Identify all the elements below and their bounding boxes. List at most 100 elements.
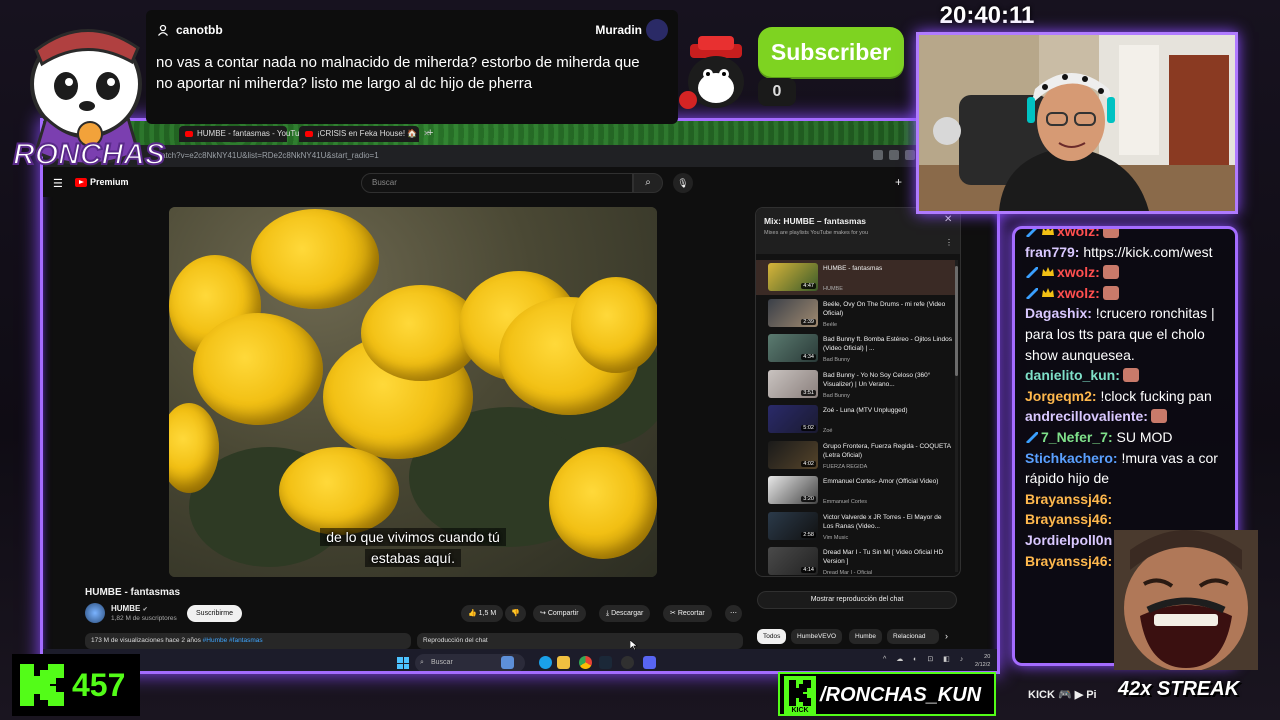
like-button[interactable]: 👍 1,5 M	[461, 605, 504, 622]
kick-logo-icon	[20, 664, 64, 706]
mix-item-title[interactable]: Zoé - Luna (MTV Unplugged)	[823, 406, 953, 415]
mix-item[interactable]: 4:47 HUMBE - fantasmas HUMBE	[756, 260, 956, 295]
obs-icon[interactable]	[621, 656, 634, 669]
microphone-icon[interactable]: 🎙	[673, 173, 693, 193]
more-actions-button[interactable]: ⋯	[725, 605, 742, 622]
chat-message: show aunquesea.	[1025, 345, 1235, 365]
search-icon: ⌕	[420, 659, 424, 666]
mascot-image	[679, 36, 744, 109]
chat-username[interactable]: xwolz:	[1057, 285, 1100, 301]
video-thumbnail[interactable]: 4:34	[768, 334, 818, 362]
chat-username[interactable]: Jordielpoll0n	[1025, 532, 1112, 548]
browser-tab-youtube[interactable]: HUMBE - fantasmas - YouTube✕	[179, 126, 321, 142]
file-explorer-icon[interactable]	[557, 656, 570, 669]
mix-item[interactable]: 4:02 Grupo Frontera, Fuerza Regida - COQU…	[756, 438, 956, 473]
app-icon[interactable]	[501, 656, 514, 669]
marigold-flower	[251, 209, 379, 309]
mix-item-artist: Bad Bunny	[823, 392, 850, 399]
chrome-icon[interactable]	[579, 656, 592, 669]
video-thumbnail[interactable]: 2:58	[768, 511, 818, 540]
dislike-button[interactable]: 👎	[505, 605, 526, 622]
video-thumbnail[interactable]: 3:51	[768, 369, 818, 398]
chip-relacionados[interactable]: Relacionad	[887, 629, 939, 644]
chat-username[interactable]: Brayanssj46:	[1025, 511, 1112, 527]
mix-item-title[interactable]: HUMBE - fantasmas	[823, 264, 953, 273]
chat-username[interactable]: Dagashix:	[1025, 305, 1092, 321]
channel-name[interactable]: HUMBE ✔	[111, 604, 148, 613]
chat-replay-bar[interactable]: Reproducción del chat	[417, 633, 743, 649]
bookmark-icon[interactable]	[905, 150, 915, 160]
share-button[interactable]: ↪ Compartir	[533, 605, 586, 622]
chat-username[interactable]: Brayanssj46:	[1025, 553, 1112, 569]
mix-item-title[interactable]: Beéle, Ovy On The Drums - mi refe (Video…	[823, 300, 953, 318]
video-thumbnail[interactable]: 5:02	[768, 405, 818, 433]
browser-tab-feka-house[interactable]: ¡CRISIS en Feka House! 🏠 ✕	[299, 126, 430, 142]
chat-username[interactable]: danielito_kun:	[1025, 367, 1120, 383]
mix-item[interactable]: 3:51 Bad Bunny - Yo No Soy Celoso (360° V…	[756, 367, 956, 402]
show-chat-replay-button[interactable]: Mostrar reproducción del chat	[757, 591, 957, 609]
mix-item[interactable]: 5:02 Zoé - Luna (MTV Unplugged) Zoé	[756, 402, 956, 437]
mix-item-artist: Beéle	[823, 321, 838, 328]
video-thumbnail[interactable]: 4:14	[768, 547, 818, 575]
taskbar-clock[interactable]: 20 2/12/2	[975, 653, 990, 669]
chat-username[interactable]: xwolz:	[1057, 264, 1100, 280]
mix-scrollbar-thumb[interactable]	[955, 266, 958, 376]
chat-username[interactable]: Jorgeqm2:	[1025, 388, 1097, 404]
channel-avatar[interactable]	[85, 603, 105, 623]
chat-username[interactable]: andrecillovaliente:	[1025, 408, 1148, 424]
create-icon[interactable]: +	[895, 175, 902, 189]
chat-username[interactable]: Brayanssj46:	[1025, 491, 1112, 507]
youtube-favicon-icon	[305, 130, 313, 137]
download-button[interactable]: ⤓ Descargar	[599, 605, 651, 622]
verified-icon: ✔	[142, 607, 148, 613]
video-thumbnail[interactable]: 4:02	[768, 440, 818, 469]
chat-username[interactable]: 7_Nefer_7:	[1041, 429, 1113, 445]
mix-item-title[interactable]: Emmanuel Cortes- Amor (Official Video)	[823, 477, 953, 486]
edge-icon[interactable]	[539, 656, 552, 669]
address-bar[interactable]: atch?v=e2c8NkNY41U&list=RDe2c8NkNY41U&st…	[43, 145, 997, 167]
url-text[interactable]: atch?v=e2c8NkNY41U&list=RDe2c8NkNY41U&st…	[161, 149, 861, 163]
description-box[interactable]: 173 M de visualizaciones hace 2 años #Hu…	[85, 633, 411, 649]
video-player[interactable]: de lo que vivimos cuando tú estabas aquí…	[169, 207, 657, 577]
subscribe-button[interactable]: Suscribirme	[187, 605, 242, 622]
close-icon[interactable]: ✕	[944, 214, 952, 225]
mod-sword-icon	[1025, 229, 1039, 238]
mix-item-title[interactable]: Dread Mar I - Tu Sin Mi [ Video Oficial …	[823, 548, 953, 566]
windows-start-icon[interactable]	[397, 657, 409, 669]
video-thumbnail[interactable]: 3:20	[768, 476, 818, 504]
channel-name-text[interactable]: HUMBE	[111, 604, 140, 613]
hashtags[interactable]: #Humbe #fantasmas	[203, 637, 263, 644]
mix-item-title[interactable]: Bad Bunny ft. Bomba Estéreo - Ojitos Lin…	[823, 335, 953, 353]
mix-item[interactable]: 4:14 Dread Mar I - Tu Sin Mi [ Video Ofic…	[756, 544, 956, 576]
message-sender: canotbb	[176, 23, 223, 37]
new-tab-button[interactable]: +	[427, 127, 433, 139]
extension-icon[interactable]	[889, 150, 899, 160]
chip-humbe[interactable]: Humbe	[849, 629, 882, 644]
mix-item[interactable]: 2:39 Beéle, Ovy On The Drums - mi refe (V…	[756, 296, 956, 331]
video-caption-line: estabas aquí.	[169, 549, 657, 567]
mix-item[interactable]: 4:34 Bad Bunny ft. Bomba Estéreo - Ojitos…	[756, 331, 956, 366]
tts-message-box: canotbb Muradin no vas a contar nada no …	[146, 10, 678, 124]
system-tray[interactable]: ^ ☁ ◐ ⊡ ◧ ♪	[883, 655, 967, 663]
chat-username[interactable]: Stichkachero:	[1025, 450, 1118, 466]
search-input[interactable]: Buscar	[361, 173, 633, 193]
mix-item-title[interactable]: Grupo Frontera, Fuerza Regida - COQUETA …	[823, 442, 953, 460]
marigold-flower	[193, 313, 323, 425]
search-icon[interactable]: ⌕	[633, 173, 663, 193]
cast-icon[interactable]	[873, 150, 883, 160]
discord-icon[interactable]	[643, 656, 656, 669]
clip-button[interactable]: ✂ Recortar	[663, 605, 712, 622]
chip-todos[interactable]: Todos	[757, 629, 787, 644]
mix-item[interactable]: 2:58 Victor Valverde x JR Torres - El May…	[756, 509, 956, 544]
chevron-right-icon[interactable]: ›	[945, 631, 948, 641]
more-options-icon[interactable]: ⋮	[945, 238, 953, 247]
mix-item-title[interactable]: Bad Bunny - Yo No Soy Celoso (360° Visua…	[823, 371, 953, 389]
video-thumbnail[interactable]: 2:39	[768, 298, 818, 327]
chat-username[interactable]: xwolz:	[1057, 229, 1100, 239]
steam-icon[interactable]	[599, 656, 612, 669]
chip-humbevevo[interactable]: HumbeVEVO	[791, 629, 843, 644]
video-thumbnail[interactable]: 4:47	[768, 263, 818, 291]
chat-username[interactable]: fran779:	[1025, 244, 1079, 260]
mix-item-title[interactable]: Victor Valverde x JR Torres - El Mayor d…	[823, 513, 953, 531]
mix-item[interactable]: 3:20 Emmanuel Cortes- Amor (Official Vide…	[756, 473, 956, 508]
